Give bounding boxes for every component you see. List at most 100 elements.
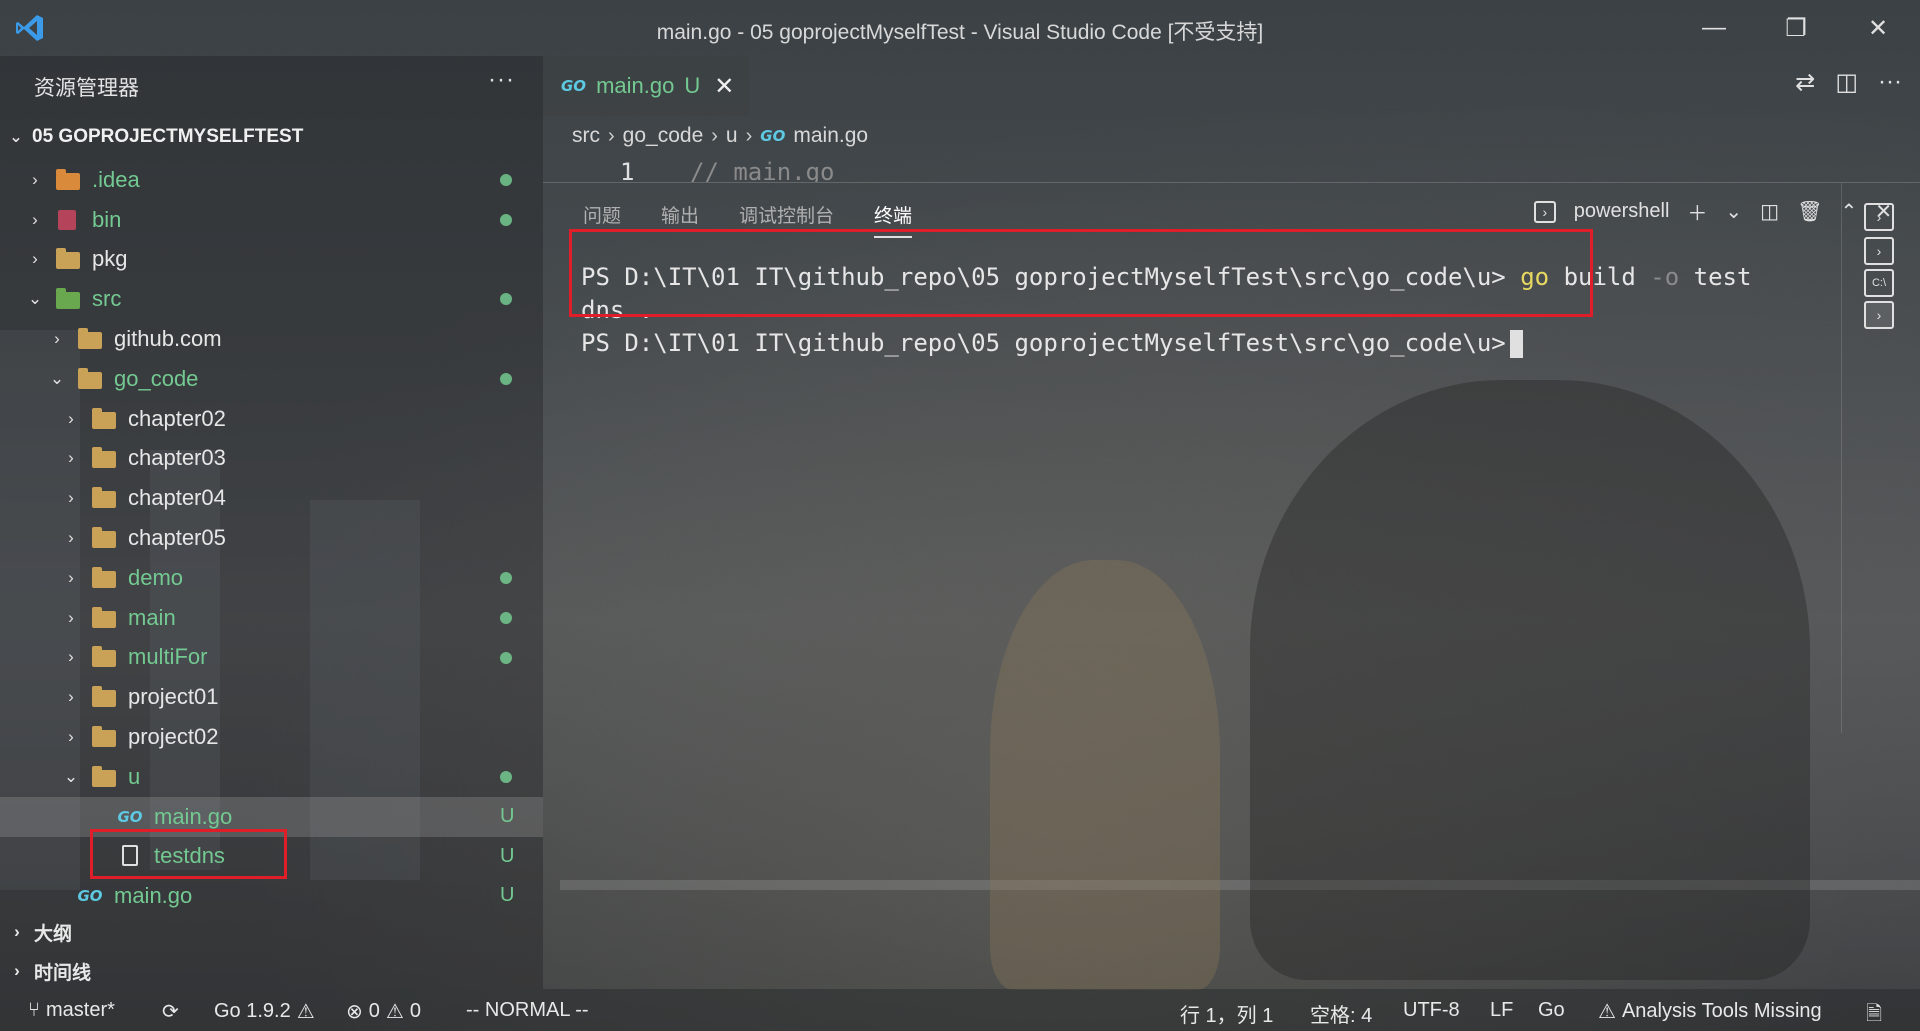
trash-icon[interactable]: 🗑	[1797, 199, 1822, 224]
go-file-icon: GO	[77, 887, 103, 906]
tree-item-label: chapter05	[128, 525, 226, 551]
terminal-cursor	[1509, 330, 1523, 358]
restore-button[interactable]: ❐	[1774, 8, 1818, 48]
folder-icon	[90, 447, 118, 469]
terminal-instance-icon[interactable]: ›	[1864, 203, 1894, 231]
tree-item[interactable]: › chapter04	[0, 478, 543, 518]
vim-mode: -- NORMAL --	[466, 999, 589, 1021]
tree-item[interactable]: › chapter05	[0, 518, 543, 558]
tree-item-label: pkg	[92, 246, 128, 272]
tree-item-label: src	[92, 286, 122, 312]
analysis-tools[interactable]: ⚠ Analysis Tools Missing	[1598, 999, 1822, 1024]
code-line[interactable]: 1 // main.go	[620, 158, 1820, 182]
breadcrumb-item[interactable]: go_code	[623, 124, 704, 148]
terminal-instance-icon[interactable]: ›	[1864, 237, 1894, 265]
tree-item[interactable]: › .idea	[0, 160, 543, 200]
tab-main-go[interactable]: GO main.go U ✕	[543, 56, 749, 116]
go-file-icon: GO	[561, 77, 587, 95]
chevron-right-icon: ›	[68, 687, 74, 707]
indentation[interactable]: 空格: 4	[1310, 999, 1372, 1028]
warning-count: 0	[409, 1000, 421, 1022]
terminal-line: PS D:\IT\01 IT\github_repo\05 goprojectM…	[581, 327, 1831, 360]
tree-item[interactable]: › project02	[0, 717, 543, 757]
problems-indicator[interactable]: ⊗ 0 ⚠ 0	[346, 999, 421, 1024]
breadcrumb: src › go_code › u › GO main.go	[572, 124, 868, 148]
terminal-prompt: PS D:\IT\01 IT\github_repo\05 goprojectM…	[581, 329, 1506, 357]
tree-item[interactable]: › github.com	[0, 319, 543, 359]
more-actions-icon[interactable]: ···	[488, 66, 515, 94]
warning-icon: ⚠	[1598, 1001, 1616, 1023]
compare-changes-icon[interactable]: ⇄	[1795, 68, 1815, 97]
chevron-right-icon: ›	[711, 124, 718, 147]
warning-icon: ⚠	[296, 1001, 315, 1023]
tree-item[interactable]: › chapter02	[0, 399, 543, 439]
tree-item[interactable]: › main	[0, 598, 543, 638]
breadcrumb-item[interactable]: u	[726, 124, 738, 148]
tree-item[interactable]: › multiFor	[0, 638, 543, 678]
folder-icon	[76, 328, 104, 350]
folder-icon	[90, 726, 118, 748]
terminal-instance-icon[interactable]: ›	[1864, 301, 1894, 329]
terminal-flag: -o	[1650, 263, 1680, 291]
tree-item-label: chapter02	[128, 405, 226, 431]
tree-item[interactable]: ⌄ src	[0, 279, 543, 319]
source-control-icon: ⑂	[28, 999, 40, 1021]
tree-item-label: chapter04	[128, 485, 226, 511]
breadcrumb-item[interactable]: main.go	[793, 124, 868, 148]
file-tree: › .idea › bin › pkg ⌄ src › github.com ⌄ go_code › ch…	[0, 160, 543, 916]
chevron-down-icon[interactable]: ⌄	[1725, 199, 1742, 224]
sync-icon[interactable]: ⟳	[162, 999, 179, 1024]
timeline-section[interactable]: › 时间线	[0, 954, 543, 988]
close-window-button[interactable]: ✕	[1856, 8, 1900, 48]
tree-item[interactable]: › demo	[0, 558, 543, 598]
chevron-right-icon: ›	[68, 408, 74, 428]
tree-item-label: project02	[128, 724, 219, 750]
tree-item[interactable]: › pkg	[0, 240, 543, 280]
error-icon: ⊗	[346, 1001, 363, 1023]
tab-label: main.go	[596, 73, 675, 98]
modified-dot-icon	[500, 174, 512, 186]
tree-item-label: chapter03	[128, 445, 226, 471]
minimize-button[interactable]: —	[1692, 8, 1736, 48]
project-root[interactable]: ⌄ 05 GOPROJECTMYSELFTEST	[0, 120, 543, 154]
tree-item-label: github.com	[114, 326, 222, 352]
cursor-position[interactable]: 行 1，列 1	[1180, 999, 1273, 1028]
chevron-right-icon: ›	[68, 528, 74, 548]
tree-item[interactable]: › bin	[0, 200, 543, 240]
warning-icon: ⚠	[385, 1001, 404, 1023]
line-ending[interactable]: LF	[1490, 999, 1513, 1022]
chevron-right-icon: ›	[68, 567, 74, 587]
go-file-icon: GO	[760, 127, 786, 145]
add-terminal-icon[interactable]: ＋	[1687, 197, 1707, 226]
line-number: 1	[620, 158, 635, 182]
git-branch[interactable]: ⑂ master*	[28, 999, 115, 1022]
tree-item[interactable]: › chapter03	[0, 439, 543, 479]
error-count: 0	[368, 1000, 380, 1022]
close-icon[interactable]: ✕	[714, 72, 734, 101]
shell-name[interactable]: powershell	[1574, 200, 1670, 223]
more-actions-icon[interactable]: ···	[1878, 68, 1902, 97]
split-editor-icon[interactable]: ◫	[1835, 68, 1858, 97]
terminal-command: test	[1693, 263, 1752, 291]
untracked-badge: U	[500, 844, 515, 867]
tree-item[interactable]: ⌄ u	[0, 757, 543, 797]
split-terminal-icon[interactable]: ◫	[1760, 199, 1779, 224]
language-mode[interactable]: Go	[1538, 999, 1565, 1022]
go-version[interactable]: Go 1.9.2 ⚠	[214, 999, 315, 1024]
tree-item[interactable]: › project01	[0, 677, 543, 717]
go-file-icon: GO	[117, 807, 143, 826]
notifications-icon[interactable]: 🗎	[1866, 999, 1882, 1031]
cmd-terminal-icon[interactable]: C:\	[1864, 269, 1894, 297]
tree-item-label: project01	[128, 684, 219, 710]
modified-dot-icon	[500, 770, 512, 783]
breadcrumb-item[interactable]: src	[572, 124, 600, 148]
tree-item[interactable]: ⌄ go_code	[0, 359, 543, 399]
outline-section[interactable]: › 大纲	[0, 915, 543, 949]
tree-item[interactable]: GO main.go U	[0, 876, 543, 916]
project-name: 05 GOPROJECTMYSELFTEST	[32, 126, 304, 147]
chevron-right-icon: ›	[14, 961, 20, 980]
chevron-right-icon: ›	[745, 124, 753, 147]
bottom-panel: 问题 输出 调试控制台 终端 › powershell ＋ ⌄ ◫ 🗑 ⌃ ✕ …	[543, 182, 1920, 989]
encoding[interactable]: UTF-8	[1403, 999, 1460, 1022]
folder-icon	[90, 527, 118, 549]
